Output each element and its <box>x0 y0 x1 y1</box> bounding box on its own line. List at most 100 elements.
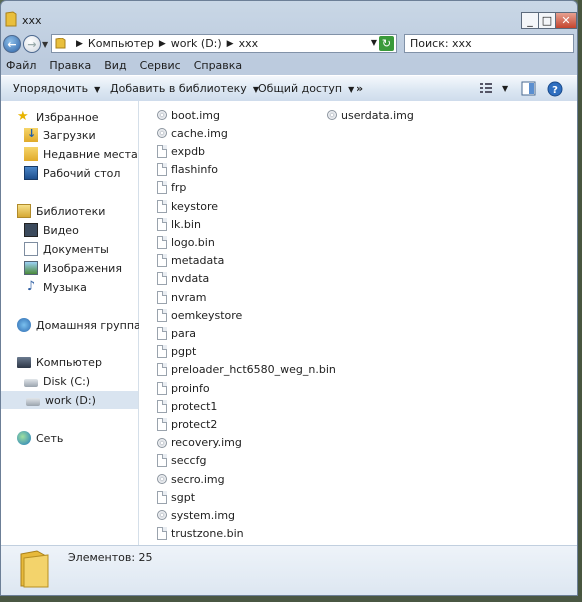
file-item[interactable]: protect2 <box>157 415 217 433</box>
file-item[interactable]: pgpt <box>157 343 196 361</box>
file-item[interactable]: recovery.img <box>157 434 242 452</box>
file-item[interactable]: lk.bin <box>157 215 201 233</box>
nav-recent-places[interactable]: Недавние места <box>24 145 138 163</box>
disc-image-icon <box>157 128 167 139</box>
nav-images[interactable]: Изображения <box>24 259 122 277</box>
breadcrumb-separator-icon[interactable]: ▶ <box>159 39 166 49</box>
menu-view[interactable]: Вид <box>104 59 126 72</box>
add-to-library-button[interactable]: Добавить в библиотеку ▼ <box>110 82 259 95</box>
maximize-button[interactable]: □ <box>538 12 556 29</box>
file-icon <box>157 272 167 286</box>
file-item[interactable]: protect1 <box>157 397 217 415</box>
breadcrumb-separator-icon[interactable]: ▶ <box>76 39 83 49</box>
organize-label: Упорядочить <box>13 82 89 95</box>
file-item[interactable]: preloader_hct6580_weg_n.bin <box>157 361 336 379</box>
search-input[interactable]: Поиск: xxx <box>404 34 574 53</box>
breadcrumb-work-d[interactable]: work (D:) <box>171 37 222 50</box>
file-icon <box>157 490 167 504</box>
file-icon <box>157 399 167 413</box>
nav-libraries[interactable]: Библиотеки <box>17 202 105 220</box>
nav-work-d[interactable]: work (D:) <box>1 391 138 409</box>
nav-label: Избранное <box>36 110 99 124</box>
file-item[interactable]: expdb <box>157 142 205 160</box>
file-item[interactable]: cache.img <box>157 124 228 142</box>
file-name: lk.bin <box>171 217 201 231</box>
file-icon <box>157 417 167 431</box>
homegroup-icon <box>17 318 31 332</box>
file-item[interactable]: nvram <box>157 288 206 306</box>
file-item[interactable]: metadata <box>157 252 224 270</box>
file-name: trustzone.bin <box>171 527 244 541</box>
folder-icon <box>55 37 67 49</box>
nav-downloads[interactable]: Загрузки <box>24 126 96 144</box>
breadcrumb-computer[interactable]: Компьютер <box>88 37 154 50</box>
nav-disk-c[interactable]: Disk (C:) <box>24 372 90 390</box>
file-item[interactable]: trustzone.bin <box>157 525 244 543</box>
nav-homegroup[interactable]: Домашняя группа <box>17 316 141 334</box>
preview-pane-icon[interactable] <box>521 81 536 96</box>
file-item[interactable]: logo.bin <box>157 233 215 251</box>
file-item[interactable]: sgpt <box>157 488 195 506</box>
refresh-icon[interactable]: ↻ <box>379 36 394 51</box>
details-pane: Элементов: 25 <box>1 545 577 595</box>
nav-label: Музыка <box>43 280 87 294</box>
drive-icon <box>26 398 40 406</box>
file-name: nvram <box>171 290 207 304</box>
disc-image-icon <box>327 110 337 120</box>
nav-video[interactable]: Видео <box>24 221 79 239</box>
file-item[interactable]: secro.img <box>157 470 225 488</box>
library-icon <box>17 204 31 218</box>
forward-button[interactable]: → <box>23 35 41 53</box>
folder-icon <box>5 11 17 27</box>
menu-file[interactable]: Файл <box>6 59 36 72</box>
file-item[interactable]: oemkeystore <box>157 306 242 324</box>
file-name: seccfg <box>171 454 207 468</box>
nav-label: Сеть <box>36 431 64 445</box>
file-item[interactable]: seccfg <box>157 452 206 470</box>
file-icon <box>157 454 167 468</box>
file-item[interactable]: keystore <box>157 197 218 215</box>
file-name: cache.img <box>171 126 228 140</box>
file-name: frp <box>171 181 187 195</box>
view-options-icon[interactable] <box>479 81 493 95</box>
history-dropdown-icon[interactable]: ▼ <box>42 40 48 49</box>
file-item[interactable]: flashinfo <box>157 161 218 179</box>
back-button[interactable]: ← <box>3 35 21 53</box>
more-commands-button[interactable]: » <box>356 82 363 95</box>
title-bar[interactable]: xxx _ □ ✕ <box>1 1 577 33</box>
file-item[interactable]: boot.img <box>157 106 220 124</box>
menu-edit[interactable]: Правка <box>49 59 91 72</box>
file-item[interactable]: nvdata <box>157 270 209 288</box>
nav-desktop[interactable]: Рабочий стол <box>24 164 120 182</box>
menu-tools[interactable]: Сервис <box>140 59 181 72</box>
view-dropdown-icon[interactable]: ▼ <box>502 84 508 93</box>
documents-icon <box>24 242 38 256</box>
file-icon <box>157 381 167 395</box>
address-dropdown-icon[interactable]: ▼ <box>371 38 377 47</box>
file-item[interactable]: proinfo <box>157 379 210 397</box>
window-title: xxx <box>22 14 42 27</box>
disc-image-icon <box>157 474 167 484</box>
file-item[interactable]: userdata.img <box>327 106 414 124</box>
minimize-button[interactable]: _ <box>521 12 539 29</box>
file-item[interactable]: frp <box>157 179 186 197</box>
menu-help[interactable]: Справка <box>194 59 242 72</box>
address-bar[interactable]: ▶ Компьютер ▶ work (D:) ▶ xxx ▼ ↻ <box>51 34 397 53</box>
nav-favorites[interactable]: ★ Избранное <box>17 108 98 126</box>
nav-music[interactable]: ♪ Музыка <box>24 278 87 296</box>
share-button[interactable]: Общий доступ ▼ <box>258 82 354 95</box>
file-icon <box>157 144 167 158</box>
file-item[interactable]: system.img <box>157 506 235 524</box>
organize-button[interactable]: Упорядочить ▼ <box>13 82 100 95</box>
command-bar: Упорядочить ▼ Добавить в библиотеку ▼ Общи… <box>1 75 577 103</box>
file-name: sgpt <box>171 490 196 504</box>
help-icon[interactable]: ? <box>547 81 563 97</box>
file-name: system.img <box>171 508 236 522</box>
close-button[interactable]: ✕ <box>555 12 577 29</box>
nav-network[interactable]: Сеть <box>17 429 63 447</box>
file-item[interactable]: para <box>157 324 196 342</box>
nav-documents[interactable]: Документы <box>24 240 109 258</box>
nav-computer[interactable]: Компьютер <box>17 353 102 371</box>
breadcrumb-xxx[interactable]: xxx <box>239 37 259 50</box>
breadcrumb-separator-icon[interactable]: ▶ <box>227 39 234 49</box>
